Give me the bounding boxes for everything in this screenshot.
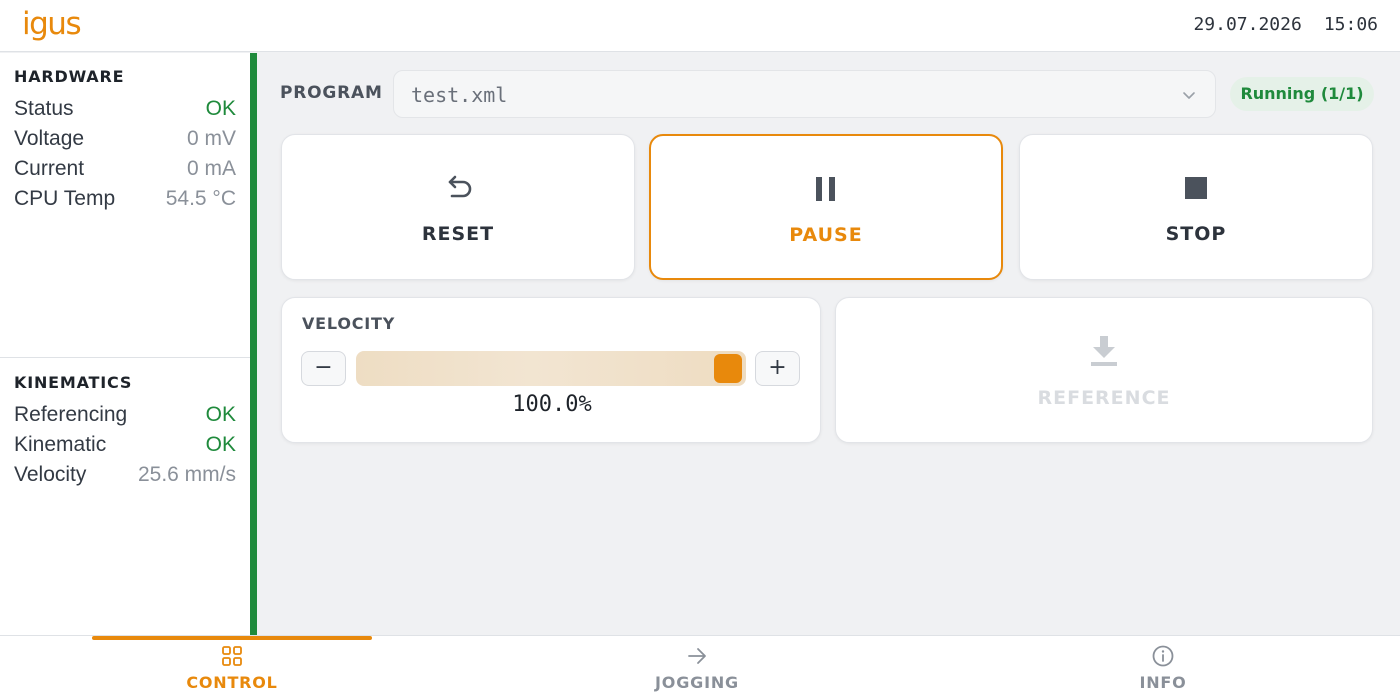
row-value: 0 mV — [186, 127, 236, 150]
kinematics-referencing-row: Referencing OK — [14, 400, 236, 430]
tab-jogging-label: JOGGING — [655, 673, 739, 692]
tab-control-label: CONTROL — [186, 673, 278, 692]
row-value: 25.6 mm/s — [137, 463, 236, 486]
logo-text: igus — [22, 6, 82, 42]
row-label: Referencing — [14, 403, 128, 426]
stop-button[interactable]: STOP — [1019, 134, 1373, 280]
grid-icon — [222, 646, 242, 666]
velocity-title: VELOCITY — [302, 314, 396, 333]
hardware-title: HARDWARE — [14, 67, 125, 86]
kinematics-title: KINEMATICS — [14, 373, 133, 392]
control-panel: PROGRAM test.xml Running (1/1) RESET PAU… — [257, 53, 1400, 635]
velocity-increase-button[interactable]: + — [755, 351, 800, 386]
row-value: OK — [205, 97, 236, 120]
download-icon — [1091, 336, 1117, 366]
row-label: Status — [14, 97, 74, 120]
reset-button[interactable]: RESET — [281, 134, 635, 280]
tab-jogging[interactable]: JOGGING — [557, 636, 837, 700]
kinematics-kinematic-row: Kinematic OK — [14, 430, 236, 460]
hardware-current-row: Current 0 mA — [14, 154, 236, 184]
kinematics-velocity-row: Velocity 25.6 mm/s — [14, 460, 236, 490]
stop-label: STOP — [1165, 223, 1227, 245]
hardware-cpu-temp-row: CPU Temp 54.5 °C — [14, 184, 236, 214]
velocity-slider[interactable] — [356, 351, 746, 386]
row-value: 0 mA — [186, 157, 236, 180]
row-label: CPU Temp — [14, 187, 116, 210]
row-label: Current — [14, 157, 85, 180]
row-value: OK — [205, 403, 236, 426]
velocity-slider-thumb[interactable] — [714, 354, 742, 383]
row-value: 54.5 °C — [165, 187, 236, 210]
date-display: 29.07.2026 — [1193, 14, 1302, 35]
hardware-status-row: Status OK — [14, 94, 236, 124]
status-sidebar: HARDWARE Status OK Voltage 0 mV Current … — [0, 53, 250, 635]
active-tab-indicator — [92, 636, 372, 640]
igus-logo: igus — [22, 4, 82, 46]
hardware-section: HARDWARE Status OK Voltage 0 mV Current … — [0, 53, 250, 358]
arrow-right-icon — [688, 648, 706, 664]
top-bar: igus 29.07.2026 15:06 — [0, 0, 1400, 52]
row-label: Velocity — [14, 463, 87, 486]
hardware-voltage-row: Voltage 0 mV — [14, 124, 236, 154]
row-value: OK — [205, 433, 236, 456]
velocity-value: 100.0% — [512, 392, 592, 417]
pause-button[interactable]: PAUSE — [649, 134, 1003, 280]
time-display: 15:06 — [1323, 14, 1378, 35]
reference-label: REFERENCE — [1037, 387, 1171, 409]
velocity-slider-fill — [356, 351, 746, 386]
tab-control[interactable]: CONTROL — [92, 636, 372, 700]
program-label: PROGRAM — [280, 83, 383, 103]
program-selected-value: test.xml — [411, 83, 508, 107]
info-icon — [1152, 645, 1174, 667]
velocity-decrease-button[interactable]: − — [301, 351, 346, 386]
pause-label: PAUSE — [789, 224, 863, 246]
undo-icon — [448, 175, 472, 198]
program-status-badge: Running (1/1) — [1230, 77, 1374, 111]
reference-button[interactable]: REFERENCE — [835, 297, 1373, 443]
row-label: Voltage — [14, 127, 85, 150]
chevron-down-icon — [1183, 92, 1195, 99]
stop-icon — [1185, 177, 1207, 199]
tab-info[interactable]: INFO — [1023, 636, 1303, 700]
pause-icon — [816, 177, 835, 201]
reset-label: RESET — [421, 223, 495, 245]
velocity-card: VELOCITY − + 100.0% — [281, 297, 821, 443]
tab-info-label: INFO — [1139, 673, 1187, 692]
row-label: Kinematic — [14, 433, 107, 456]
sidebar-status-accent — [250, 53, 257, 635]
date-time: 29.07.2026 15:06 — [1193, 14, 1378, 35]
kinematics-section: KINEMATICS Referencing OK Kinematic OK V… — [0, 359, 250, 635]
bottom-navigation: CONTROL JOGGING INFO — [0, 635, 1400, 700]
program-select[interactable]: test.xml — [393, 70, 1216, 118]
